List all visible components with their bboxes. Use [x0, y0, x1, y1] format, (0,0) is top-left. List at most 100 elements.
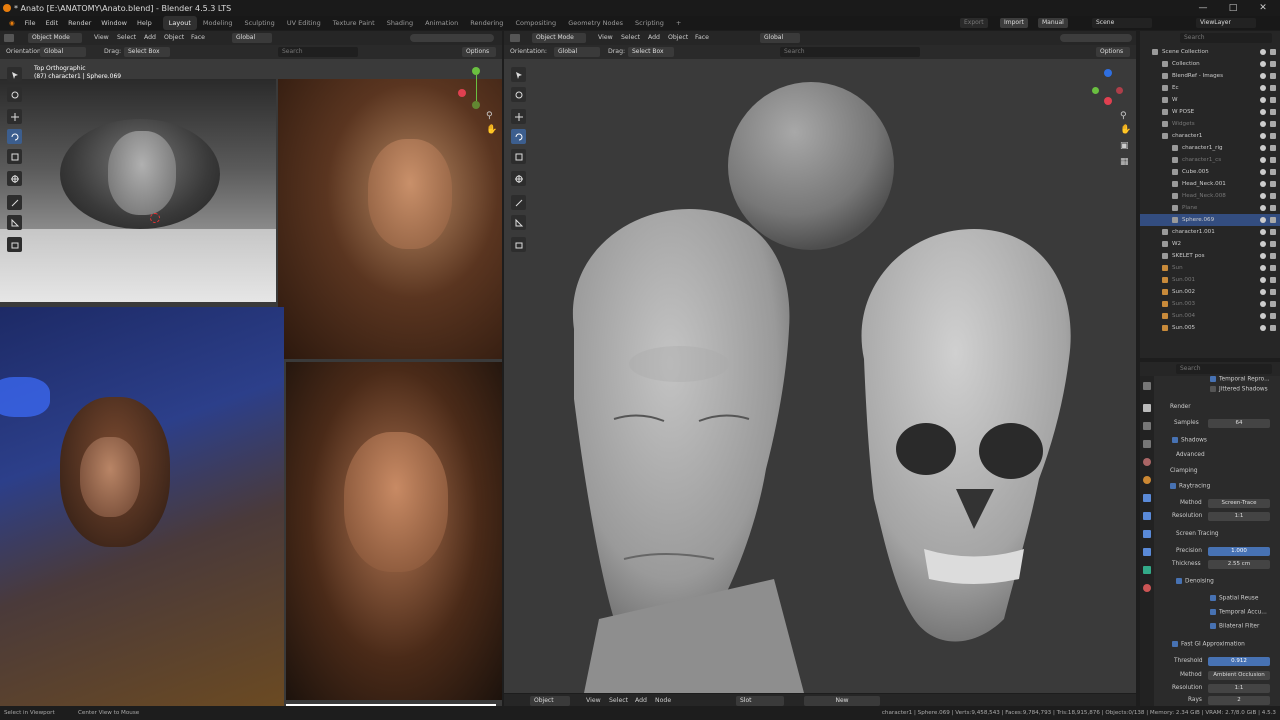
view-layer-tab-icon[interactable]	[1143, 440, 1151, 448]
left-orientation-dropdown[interactable]: Global	[40, 47, 86, 57]
visibility-eye-icon[interactable]	[1260, 289, 1266, 295]
close-icon[interactable]: ✕	[1250, 0, 1276, 16]
workspace-tab-geometry-nodes[interactable]: Geometry Nodes	[562, 16, 629, 30]
visibility-eye-icon[interactable]	[1260, 253, 1266, 259]
blender-menu-icon[interactable]: ◉	[4, 16, 20, 30]
visibility-eye-icon[interactable]	[1260, 181, 1266, 187]
workspace-tab-rendering[interactable]: Rendering	[464, 16, 509, 30]
render-camera-icon[interactable]	[1270, 241, 1276, 247]
navigation-gizmo[interactable]	[458, 67, 494, 109]
outliner-item[interactable]: Sphere.069	[1140, 214, 1280, 226]
outliner-item[interactable]: W2	[1140, 238, 1280, 250]
temporal-accumulation-checkbox[interactable]: Temporal Accu...	[1210, 609, 1267, 616]
maximize-icon[interactable]: □	[1220, 0, 1246, 16]
render-camera-icon[interactable]	[1270, 289, 1276, 295]
left-mode-selector[interactable]: Object Mode	[28, 33, 82, 43]
outliner-item[interactable]: Scene Collection	[1140, 46, 1280, 58]
select-tool-icon[interactable]	[7, 67, 22, 82]
outliner-item[interactable]: SKELET pos	[1140, 250, 1280, 262]
thickness-field[interactable]: 2.55 cm	[1208, 560, 1270, 569]
outliner-item[interactable]: character1	[1140, 130, 1280, 142]
menu-file[interactable]: File	[20, 16, 41, 30]
outliner-item[interactable]: BlendRef - Images	[1140, 70, 1280, 82]
outliner-item[interactable]: Sun	[1140, 262, 1280, 274]
outliner-search[interactable]: Search	[1180, 33, 1272, 43]
render-camera-icon[interactable]	[1270, 217, 1276, 223]
outliner-item[interactable]: Cube.005	[1140, 166, 1280, 178]
navigation-gizmo[interactable]	[1092, 69, 1126, 105]
workspace-tab-animation[interactable]: Animation	[419, 16, 464, 30]
workspace-tab-uv-editing[interactable]: UV Editing	[281, 16, 327, 30]
manual-button[interactable]: Manual	[1038, 18, 1068, 28]
left-drag-dropdown[interactable]: Select Box	[124, 47, 170, 57]
visibility-eye-icon[interactable]	[1260, 193, 1266, 199]
visibility-eye-icon[interactable]	[1260, 241, 1266, 247]
cursor-tool-icon[interactable]	[7, 87, 22, 102]
outliner-item[interactable]: Plane	[1140, 202, 1280, 214]
pan-hand-icon[interactable]: ✋	[1120, 125, 1131, 135]
visibility-eye-icon[interactable]	[1260, 109, 1266, 115]
left-menu-add[interactable]: Add	[144, 31, 156, 45]
workspace-tab-texture-paint[interactable]: Texture Paint	[327, 16, 381, 30]
add-cube-tool-icon[interactable]	[511, 237, 526, 252]
right-transform-orientation[interactable]: Global	[760, 33, 800, 43]
cursor-tool-icon[interactable]	[511, 87, 526, 102]
visibility-eye-icon[interactable]	[1260, 217, 1266, 223]
advanced-panel[interactable]: Advanced	[1176, 452, 1205, 458]
samples-field[interactable]: 64	[1208, 419, 1270, 428]
right-menu-object[interactable]: Object	[668, 31, 688, 45]
shadows-panel[interactable]: Shadows	[1172, 437, 1207, 444]
visibility-eye-icon[interactable]	[1260, 301, 1266, 307]
render-camera-icon[interactable]	[1270, 313, 1276, 319]
left-menu-face[interactable]: Face	[191, 31, 205, 45]
main-3d-viewport[interactable]: ⚲ ✋ ▣ ▦	[504, 59, 1136, 693]
visibility-eye-icon[interactable]	[1260, 277, 1266, 283]
visibility-eye-icon[interactable]	[1260, 49, 1266, 55]
outliner-item[interactable]: Sun.002	[1140, 286, 1280, 298]
menu-render[interactable]: Render	[63, 16, 96, 30]
outliner-item[interactable]: Collection	[1140, 58, 1280, 70]
render-camera-icon[interactable]	[1270, 97, 1276, 103]
rotate-tool-icon[interactable]	[511, 129, 526, 144]
outliner-item[interactable]: Sun.005	[1140, 322, 1280, 334]
render-camera-icon[interactable]	[1270, 169, 1276, 175]
outliner-item[interactable]: character1_rig	[1140, 142, 1280, 154]
outliner-item[interactable]: W POSE	[1140, 106, 1280, 118]
physics-tab-icon[interactable]	[1143, 548, 1151, 556]
render-tab-icon[interactable]	[1143, 404, 1151, 412]
object-tab-icon[interactable]	[1143, 494, 1151, 502]
render-camera-icon[interactable]	[1270, 253, 1276, 259]
move-tool-icon[interactable]	[7, 109, 22, 124]
workspace-tab-layout[interactable]: Layout	[162, 16, 197, 30]
add-cube-tool-icon[interactable]	[7, 237, 22, 252]
menu-edit[interactable]: Edit	[41, 16, 64, 30]
workspace-tab-compositing[interactable]: Compositing	[509, 16, 562, 30]
outliner-item[interactable]: Head_Neck.001	[1140, 178, 1280, 190]
export-button[interactable]: Export	[960, 18, 988, 28]
minimize-icon[interactable]: —	[1190, 0, 1216, 16]
threshold-field[interactable]: 0.912	[1208, 657, 1270, 666]
pan-hand-icon[interactable]: ✋	[486, 125, 497, 135]
gi-resolution-dropdown[interactable]: 1:1	[1208, 684, 1270, 693]
visibility-eye-icon[interactable]	[1260, 133, 1266, 139]
left-transform-orientation[interactable]: Global	[232, 33, 272, 43]
workspace-tab-scripting[interactable]: Scripting	[629, 16, 670, 30]
add-workspace-button[interactable]: +	[670, 16, 687, 30]
menu-help[interactable]: Help	[132, 16, 157, 30]
left-shading-buttons[interactable]	[410, 34, 494, 42]
shader-object-selector[interactable]: Object	[530, 696, 570, 706]
transform-tool-icon[interactable]	[7, 171, 22, 186]
denoising-panel[interactable]: Denoising	[1176, 578, 1214, 585]
render-camera-icon[interactable]	[1270, 85, 1276, 91]
render-camera-icon[interactable]	[1270, 133, 1276, 139]
scale-tool-icon[interactable]	[7, 149, 22, 164]
render-camera-icon[interactable]	[1270, 49, 1276, 55]
bilateral-filter-checkbox[interactable]: Bilateral Filter	[1210, 623, 1259, 630]
render-camera-icon[interactable]	[1270, 325, 1276, 331]
precision-field[interactable]: 1.000	[1208, 547, 1270, 556]
visibility-eye-icon[interactable]	[1260, 313, 1266, 319]
visibility-eye-icon[interactable]	[1260, 205, 1266, 211]
jittered-shadows-checkbox[interactable]: Jittered Shadows	[1210, 386, 1268, 393]
outliner-item[interactable]: Sun.003	[1140, 298, 1280, 310]
fast-gi-panel[interactable]: Fast GI Approximation	[1172, 641, 1245, 648]
